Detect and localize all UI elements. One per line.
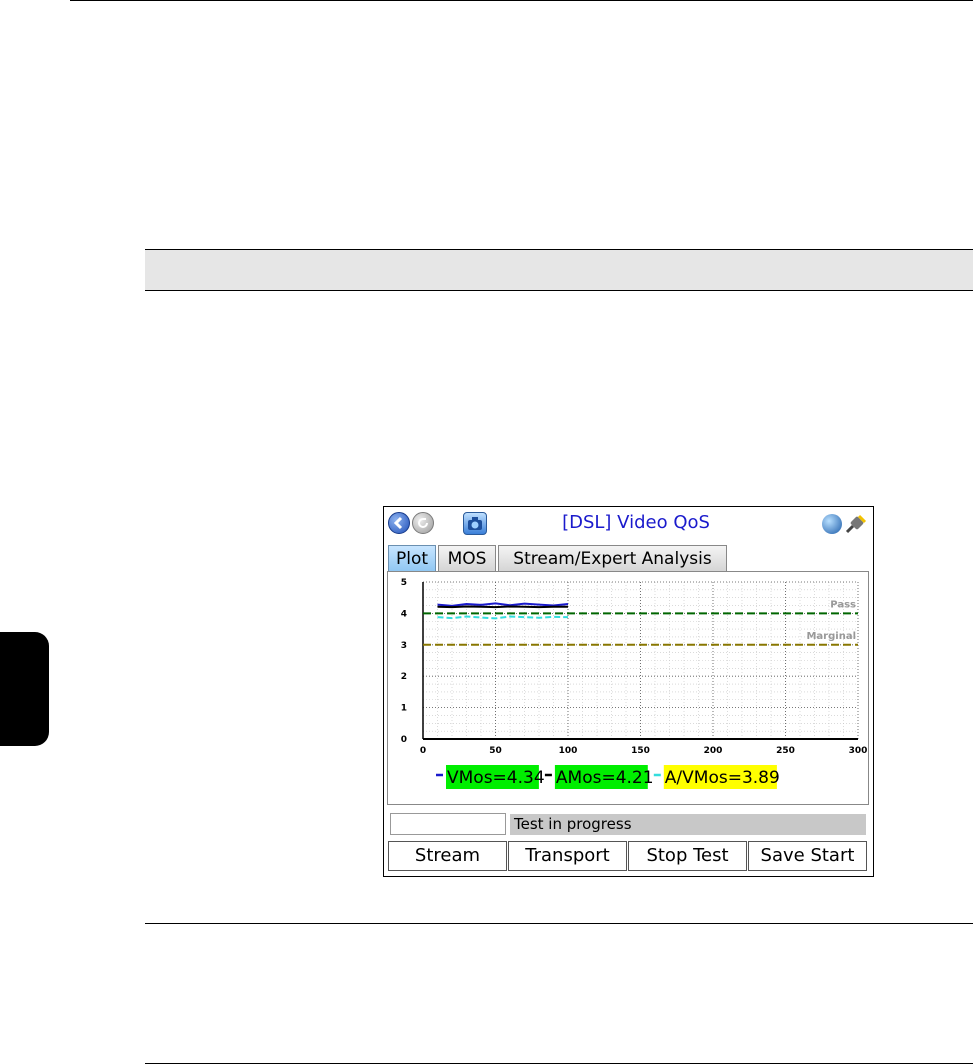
page-top-rule bbox=[70, 0, 973, 1]
refresh-icon[interactable] bbox=[412, 512, 434, 534]
mos-chart: 0 50 100 150 200 250 300 0 1 2 3 4 5 Pass Marginal VMos… bbox=[401, 578, 868, 789]
transport-button[interactable]: Transport bbox=[508, 841, 627, 871]
status-message: Test in progress bbox=[510, 814, 866, 835]
status-input[interactable] bbox=[390, 813, 506, 835]
section-header-band bbox=[145, 249, 973, 291]
series-line bbox=[437, 605, 568, 609]
threshold-label: Marginal bbox=[806, 631, 856, 642]
x-tick-label: 200 bbox=[704, 746, 723, 756]
stop-test-button[interactable]: Stop Test bbox=[628, 841, 747, 871]
x-tick-label: 150 bbox=[631, 746, 650, 756]
y-tick-label: 4 bbox=[401, 609, 407, 619]
back-icon[interactable] bbox=[388, 512, 410, 534]
x-tick-label: 0 bbox=[420, 746, 426, 756]
threshold-label: Pass bbox=[830, 599, 856, 610]
x-tick-label: 300 bbox=[849, 746, 868, 756]
stream-button[interactable]: Stream bbox=[388, 841, 507, 871]
x-tick-label: 250 bbox=[776, 746, 795, 756]
series-line bbox=[437, 615, 569, 620]
legend-label: A/VMos=3.89 bbox=[665, 768, 780, 788]
plot-panel: 0 50 100 150 200 250 300 0 1 2 3 4 5 Pass Marginal VMos… bbox=[387, 571, 869, 805]
legend-label: VMos=4.34 bbox=[447, 768, 545, 788]
save-start-button[interactable]: Save Start bbox=[748, 841, 867, 871]
y-tick-label: 0 bbox=[401, 735, 407, 745]
title-bar: [DSL] Video QoS bbox=[386, 509, 871, 539]
button-bar: Stream Transport Stop Test Save Start bbox=[388, 841, 870, 871]
chapter-thumb-tab bbox=[0, 632, 49, 746]
tab-mos[interactable]: MOS bbox=[438, 545, 496, 572]
y-tick-label: 1 bbox=[401, 704, 407, 714]
status-row: Test in progress bbox=[390, 813, 866, 837]
screen-title: [DSL] Video QoS bbox=[562, 512, 710, 533]
legend-label: AMos=4.21 bbox=[556, 768, 654, 788]
x-tick-label: 50 bbox=[489, 746, 502, 756]
globe-icon bbox=[822, 514, 842, 534]
y-tick-label: 2 bbox=[401, 672, 407, 682]
y-tick-label: 5 bbox=[401, 578, 407, 588]
camera-icon[interactable] bbox=[463, 512, 487, 535]
x-tick-label: 100 bbox=[559, 746, 578, 756]
tab-stream-expert-analysis[interactable]: Stream/Expert Analysis bbox=[498, 545, 727, 572]
plug-icon bbox=[845, 514, 867, 534]
tab-plot[interactable]: Plot bbox=[388, 545, 436, 572]
series-line bbox=[437, 602, 569, 607]
section-divider bbox=[145, 923, 973, 924]
device-screen: [DSL] Video QoS Plot MOS Stream/Expert A… bbox=[383, 506, 874, 877]
y-tick-label: 3 bbox=[401, 641, 407, 651]
